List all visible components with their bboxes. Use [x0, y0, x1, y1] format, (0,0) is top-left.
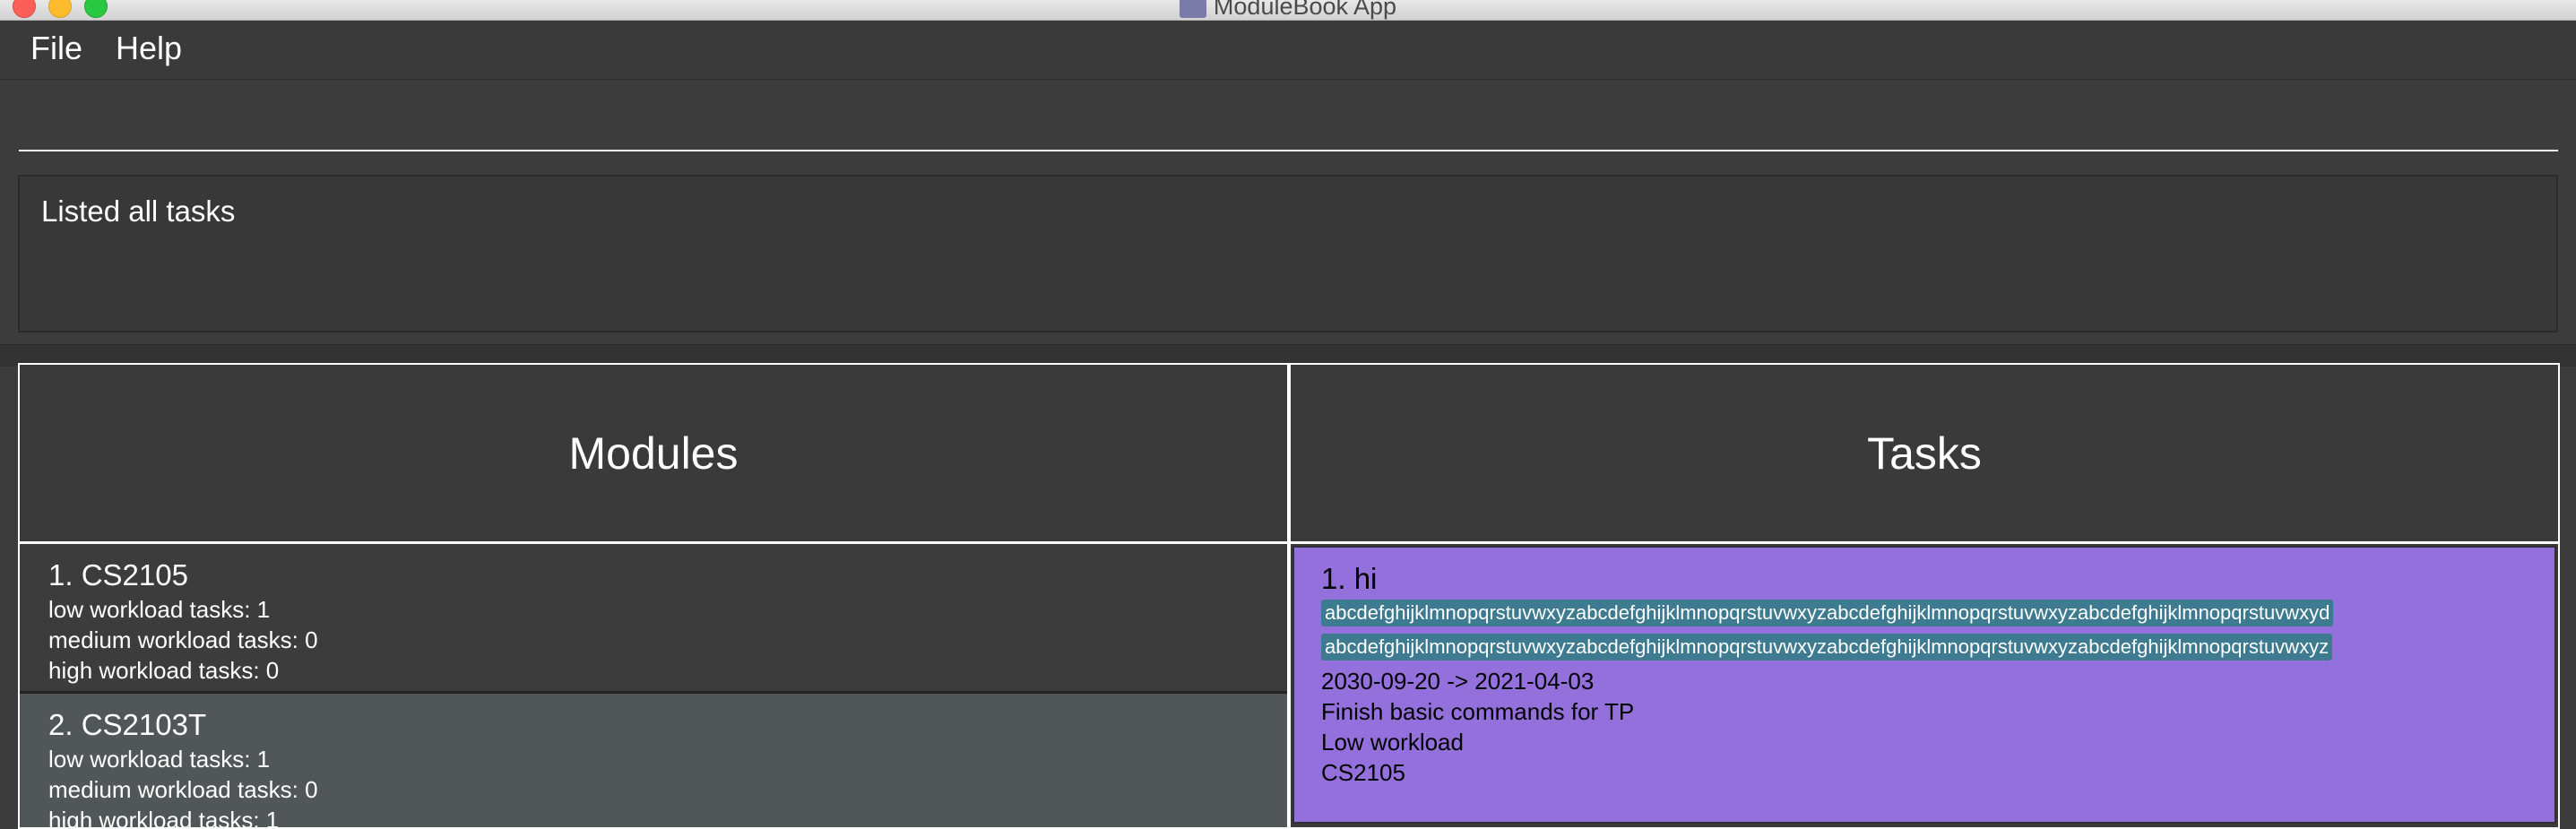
module-medium-workload: medium workload tasks: 0 [48, 626, 318, 653]
tasks-panel-title: Tasks [1291, 365, 2558, 544]
module-high-workload: high workload tasks: 1 [48, 807, 280, 829]
modules-panel: Modules 1. CS2105 low workload tasks: 1 … [18, 363, 1289, 829]
menu-file[interactable]: File [30, 30, 82, 67]
module-low-workload: low workload tasks: 1 [48, 746, 271, 773]
task-description: Finish basic commands for TP [1321, 698, 1635, 725]
module-card[interactable]: 2. CS2103T low workload tasks: 1 medium … [20, 694, 1287, 829]
module-low-workload: low workload tasks: 1 [48, 596, 271, 623]
task-tag: abcdefghijklmnopqrstuvwxyzabcdefghijklmn… [1321, 634, 2333, 661]
window-title-text: ModuleBook App [1213, 0, 1397, 20]
command-input[interactable] [19, 80, 2558, 151]
task-workload: Low workload [1321, 729, 1464, 756]
module-title: 2. CS2103T [48, 708, 207, 741]
window-title: ModuleBook App [0, 0, 2576, 21]
module-card[interactable]: 1. CS2105 low workload tasks: 1 medium w… [20, 544, 1287, 694]
menu-help[interactable]: Help [116, 30, 182, 67]
menu-bar: File Help [0, 21, 2576, 80]
modules-panel-title: Modules [20, 365, 1287, 544]
task-card[interactable]: 1. hi abcdefghijklmnopqrstuvwxyzabcdefgh… [1292, 546, 2556, 824]
window-titlebar: ModuleBook App [0, 0, 2576, 21]
result-display: Listed all tasks [18, 175, 2558, 332]
result-message: Listed all tasks [41, 194, 236, 228]
app-icon [1179, 0, 1206, 18]
module-medium-workload: medium workload tasks: 0 [48, 776, 318, 803]
task-title: 1. hi [1321, 562, 1378, 595]
module-high-workload: high workload tasks: 0 [48, 657, 280, 684]
module-title: 1. CS2105 [48, 558, 188, 592]
task-module: CS2105 [1321, 759, 1405, 786]
command-box [0, 80, 2576, 165]
tasks-panel: Tasks 1. hi abcdefghijklmnopqrstuvwxyzab… [1289, 363, 2560, 829]
task-tag: abcdefghijklmnopqrstuvwxyzabcdefghijklmn… [1321, 600, 2334, 626]
task-dates: 2030-09-20 -> 2021-04-03 [1321, 668, 1595, 695]
